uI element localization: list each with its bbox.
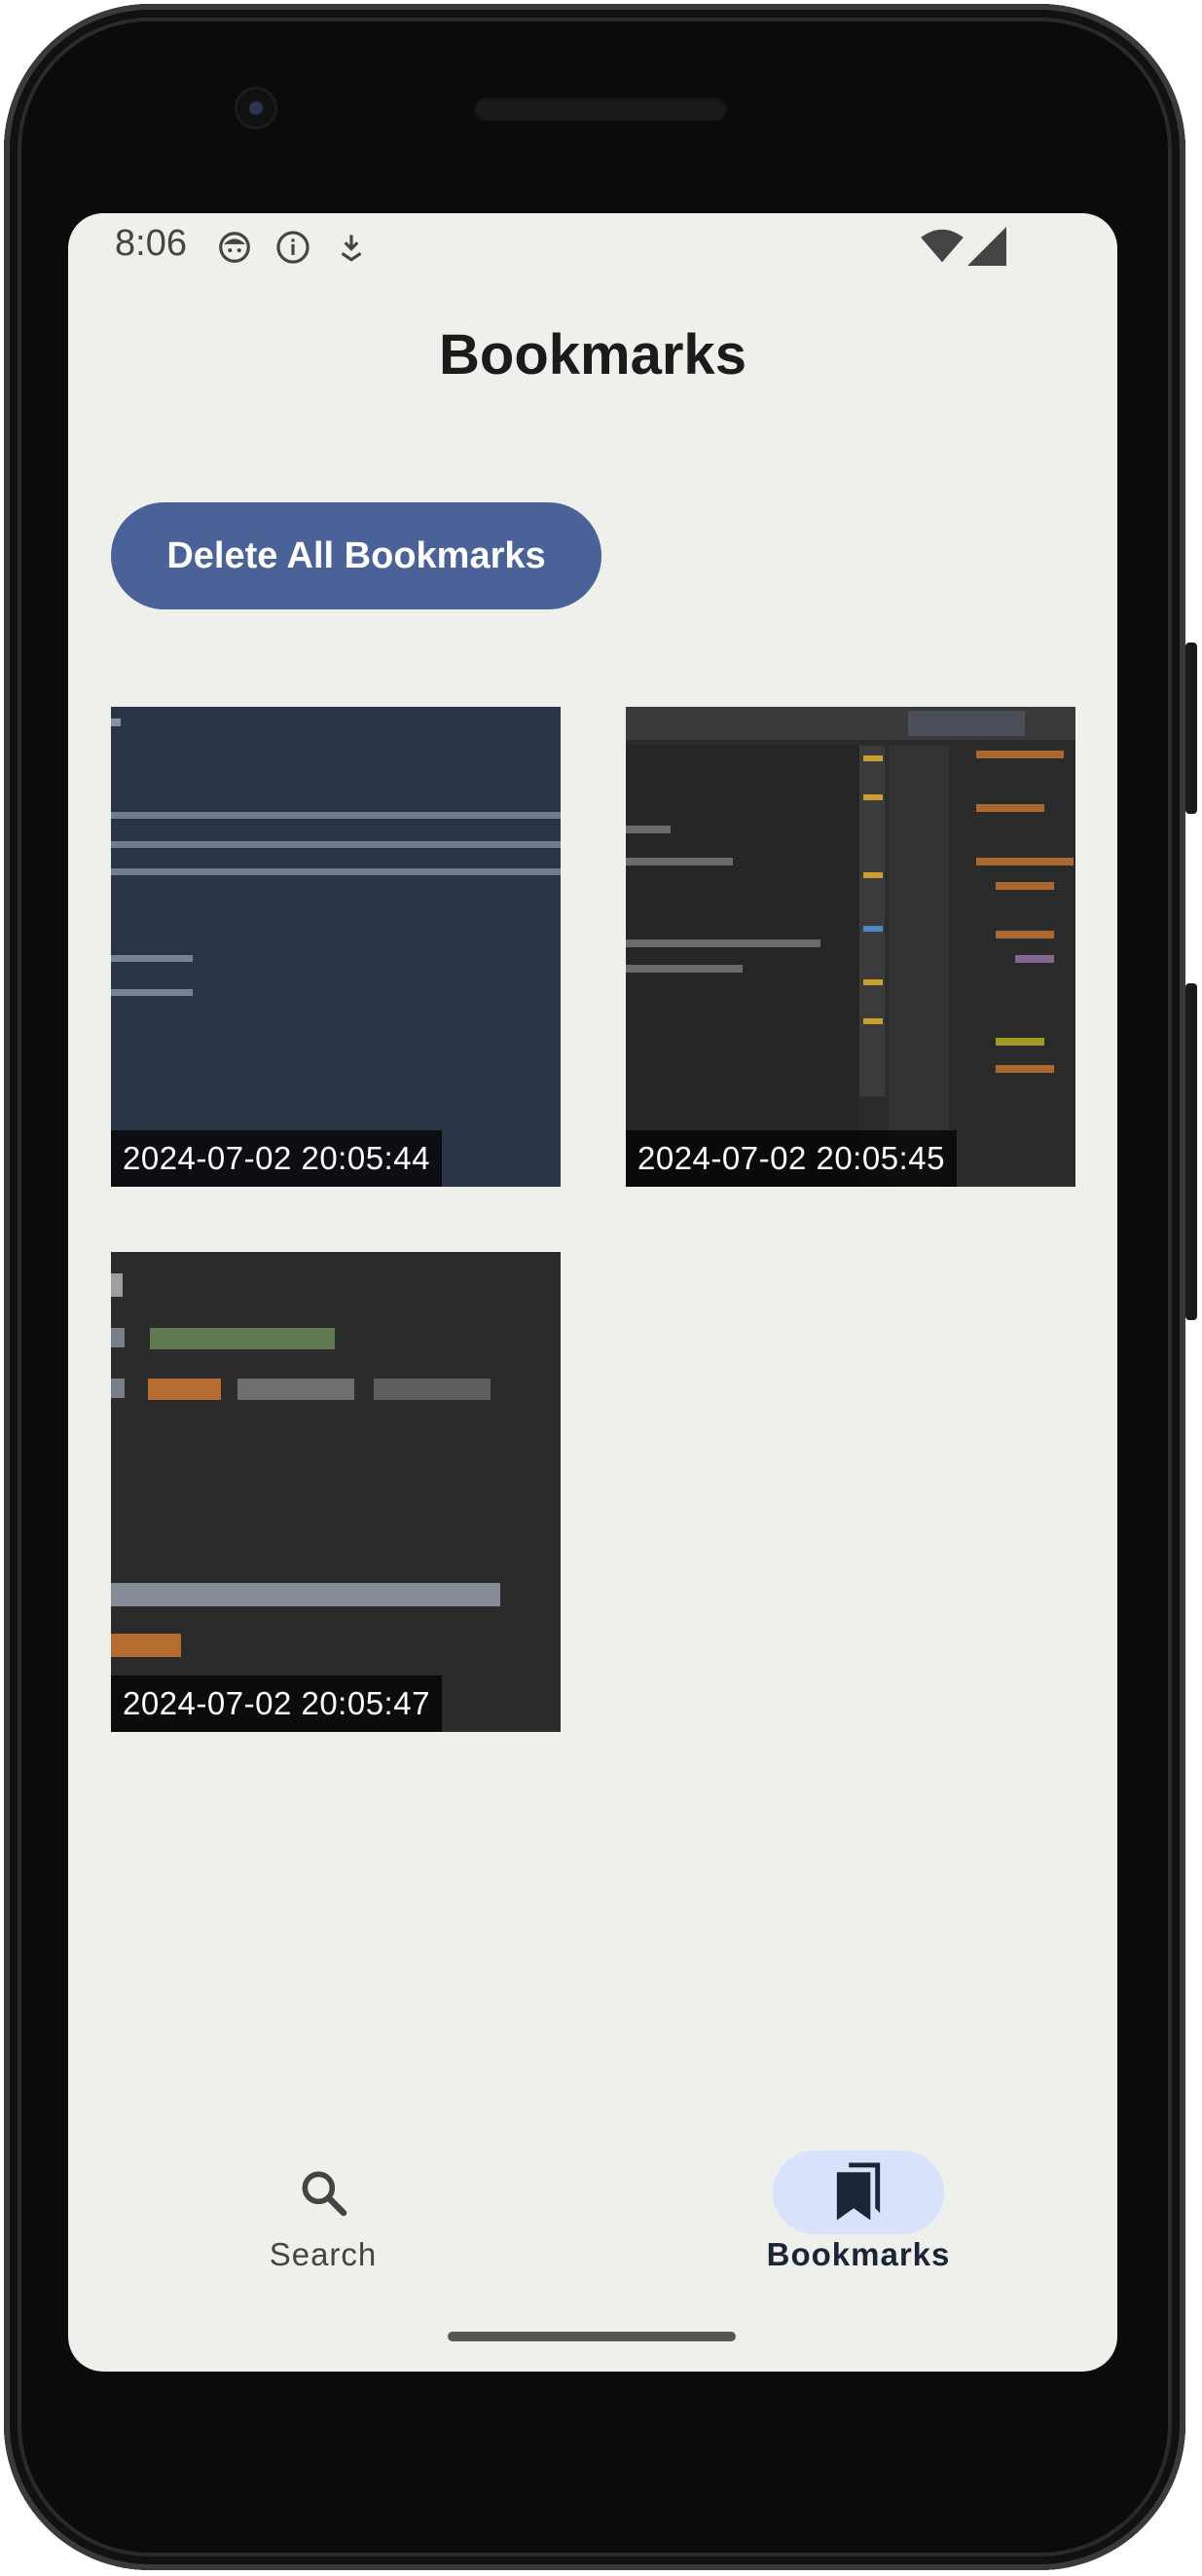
nav-item-search[interactable]: Search (177, 2121, 469, 2277)
screen: 8:06 Bookmarks Delete All Bookmarks 2024… (68, 213, 1117, 2372)
power-button (1185, 643, 1197, 814)
status-time: 8:06 (115, 223, 187, 264)
info-icon (276, 231, 310, 264)
earpiece-speaker (473, 95, 728, 121)
signal-icon (967, 227, 1006, 266)
bookmark-timestamp: 2024-07-02 20:05:44 (111, 1130, 442, 1187)
search-icon (302, 2171, 347, 2217)
bookmark-card[interactable]: 2024-07-02 20:05:44 (111, 707, 561, 1187)
bookmark-thumbnail (111, 1252, 561, 1732)
bookmark-timestamp: 2024-07-02 20:05:45 (626, 1130, 957, 1187)
home-indicator[interactable] (448, 2332, 736, 2341)
bookmark-thumbnail (626, 707, 1075, 1187)
download-icon (341, 235, 362, 262)
delete-all-bookmarks-button[interactable]: Delete All Bookmarks (111, 502, 601, 609)
nav-label-search: Search (269, 2236, 378, 2272)
volume-button (1185, 983, 1197, 1320)
status-bar: 8:06 (68, 213, 1117, 279)
bookmark-card[interactable]: 2024-07-02 20:05:47 (111, 1252, 561, 1732)
bookmark-thumbnail (111, 707, 561, 1187)
bottom-navigation: Search Bookmarks (68, 2121, 1117, 2316)
wifi-icon (921, 229, 964, 263)
bookmark-card[interactable]: 2024-07-02 20:05:45 (626, 707, 1075, 1187)
front-camera (237, 90, 274, 127)
face-icon (219, 232, 250, 263)
nav-label-bookmarks: Bookmarks (766, 2236, 951, 2272)
nav-item-bookmarks[interactable]: Bookmarks (712, 2121, 1004, 2277)
bookmark-timestamp: 2024-07-02 20:05:47 (111, 1675, 442, 1732)
page-title: Bookmarks (439, 323, 747, 386)
bookmark-icon (836, 2162, 881, 2221)
